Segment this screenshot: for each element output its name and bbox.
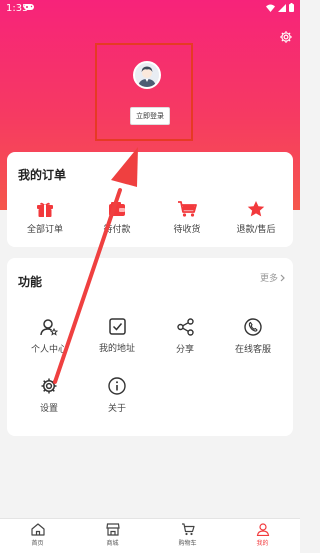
tab-store[interactable]: 商城 [75,519,150,553]
info-icon [108,377,126,395]
system-icons [266,3,294,12]
tab-mine[interactable]: 我的 [225,519,300,553]
order-item-unpaid[interactable]: 待付款 [87,201,147,235]
order-item-label: 待收货 [173,225,201,235]
func-item-label: 设置 [39,404,58,414]
tab-label: 首页 [31,540,44,547]
login-button[interactable]: 立即登录 [130,107,170,125]
orders-card: 我的订单 全部订单 待付款 待收货 退款/售后 [7,152,293,247]
func-item-about[interactable]: 关于 [87,377,147,414]
func-item-label: 在线客服 [234,345,271,355]
order-item-label: 待付款 [103,225,131,235]
order-item-refund[interactable]: 退款/售后 [226,201,286,235]
more-link[interactable]: 更多 [260,271,285,284]
share-icon [176,318,194,336]
battery-icon [289,3,294,12]
gift-icon [37,202,53,217]
order-item-label: 退款/售后 [236,225,276,235]
wifi-icon [266,4,275,12]
avatar-highlight-box: 立即登录 [95,43,193,141]
status-bar: 1:35 [0,0,300,18]
gear-icon [41,378,57,394]
cart-icon [178,201,197,217]
tab-label: 商城 [106,540,119,547]
settings-gear-icon[interactable] [279,30,293,44]
tab-label: 购物车 [178,540,197,547]
avatar[interactable] [133,61,161,89]
cart-icon [181,523,195,536]
func-item-share[interactable]: 分享 [155,318,215,355]
func-item-label: 我的地址 [98,344,135,354]
order-item-all[interactable]: 全部订单 [15,201,75,235]
tab-home[interactable]: 首页 [0,519,75,553]
func-item-profile[interactable]: 个人中心 [19,318,79,355]
star-icon [247,201,265,217]
checkbox-icon [108,318,126,335]
tab-cart[interactable]: 购物车 [150,519,225,553]
person-icon [256,523,269,536]
func-item-label: 关于 [107,404,126,414]
chevron-right-icon [280,274,285,281]
order-item-to-receive[interactable]: 待收货 [157,201,217,235]
user-icon [40,319,58,336]
order-item-label: 全部订单 [26,225,63,235]
store-icon [105,523,120,536]
bottom-tabbar: 首页 商城 购物车 我的 [0,518,300,553]
functions-card: 功能 更多 个人中心 我的地址 分享 在线客服 设置 关于 [7,258,293,436]
func-item-label: 分享 [175,345,194,355]
func-item-settings[interactable]: 设置 [19,377,79,414]
func-item-address[interactable]: 我的地址 [87,318,147,354]
more-label: 更多 [259,274,278,284]
home-icon [30,523,45,536]
default-avatar-icon [135,63,159,87]
tab-label: 我的 [256,540,269,547]
wallet-icon [109,202,125,216]
functions-title: 功能 [18,275,43,289]
phone-icon [244,318,262,336]
func-item-support[interactable]: 在线客服 [223,318,283,355]
orders-title: 我的订单 [18,168,67,182]
gamepad-icon [24,4,34,10]
signal-icon [278,3,286,12]
func-item-label: 个人中心 [30,345,67,355]
